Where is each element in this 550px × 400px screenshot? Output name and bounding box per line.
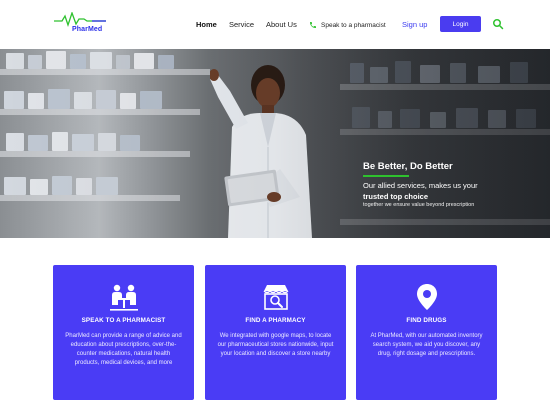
phone-icon xyxy=(310,22,316,28)
nav-about-link[interactable]: About Us xyxy=(266,19,297,31)
signup-link[interactable]: Sign up xyxy=(402,19,427,31)
pharmed-logo[interactable]: PharMed xyxy=(54,12,110,38)
search-icon[interactable] xyxy=(492,18,504,30)
site-header: PharMed Home Service About Us Speak to a… xyxy=(0,0,550,49)
pharmacist-consult-icon xyxy=(109,284,138,311)
pharmacy-store-icon xyxy=(263,285,288,310)
hero-highlight: trusted top choice xyxy=(363,192,429,201)
card-speak-to-pharmacist[interactable]: SPEAK TO A PHARMACIST PharMed can provid… xyxy=(53,265,194,400)
hero-tagline: together we ensure value beyond prescrip… xyxy=(363,202,475,208)
card-find-pharmacy[interactable]: FIND A PHARMACY We integrated with googl… xyxy=(205,265,346,400)
hero-title-underline xyxy=(363,175,409,177)
card-title: SPEAK TO A PHARMACIST xyxy=(81,317,166,324)
card-find-drugs[interactable]: FIND DRUGS At PharMed, with our automate… xyxy=(356,265,497,400)
hero-subtitle: Our allied services, makes us your xyxy=(363,181,478,190)
speak-to-pharmacist-link[interactable]: Speak to a pharmacist xyxy=(309,19,386,31)
card-description: At PharMed, with our automated inventory… xyxy=(370,333,483,357)
nav-service-link[interactable]: Service xyxy=(229,19,254,31)
login-button[interactable]: Login xyxy=(440,16,481,32)
card-title: FIND DRUGS xyxy=(406,317,447,324)
nav-home-link[interactable]: Home xyxy=(196,19,217,31)
card-description: We integrated with google maps, to locat… xyxy=(217,333,334,357)
location-pin-icon xyxy=(416,284,437,310)
card-title: FIND A PHARMACY xyxy=(245,317,306,324)
hero-banner: Be Better, Do Better Our allied services… xyxy=(0,49,550,238)
hero-title: Be Better, Do Better xyxy=(363,161,453,172)
phone-label: Speak to a pharmacist xyxy=(321,21,386,29)
hero-overlay xyxy=(0,49,550,238)
card-description: PharMed can provide a range of advice an… xyxy=(65,333,182,366)
brand-name: PharMed xyxy=(72,26,103,33)
